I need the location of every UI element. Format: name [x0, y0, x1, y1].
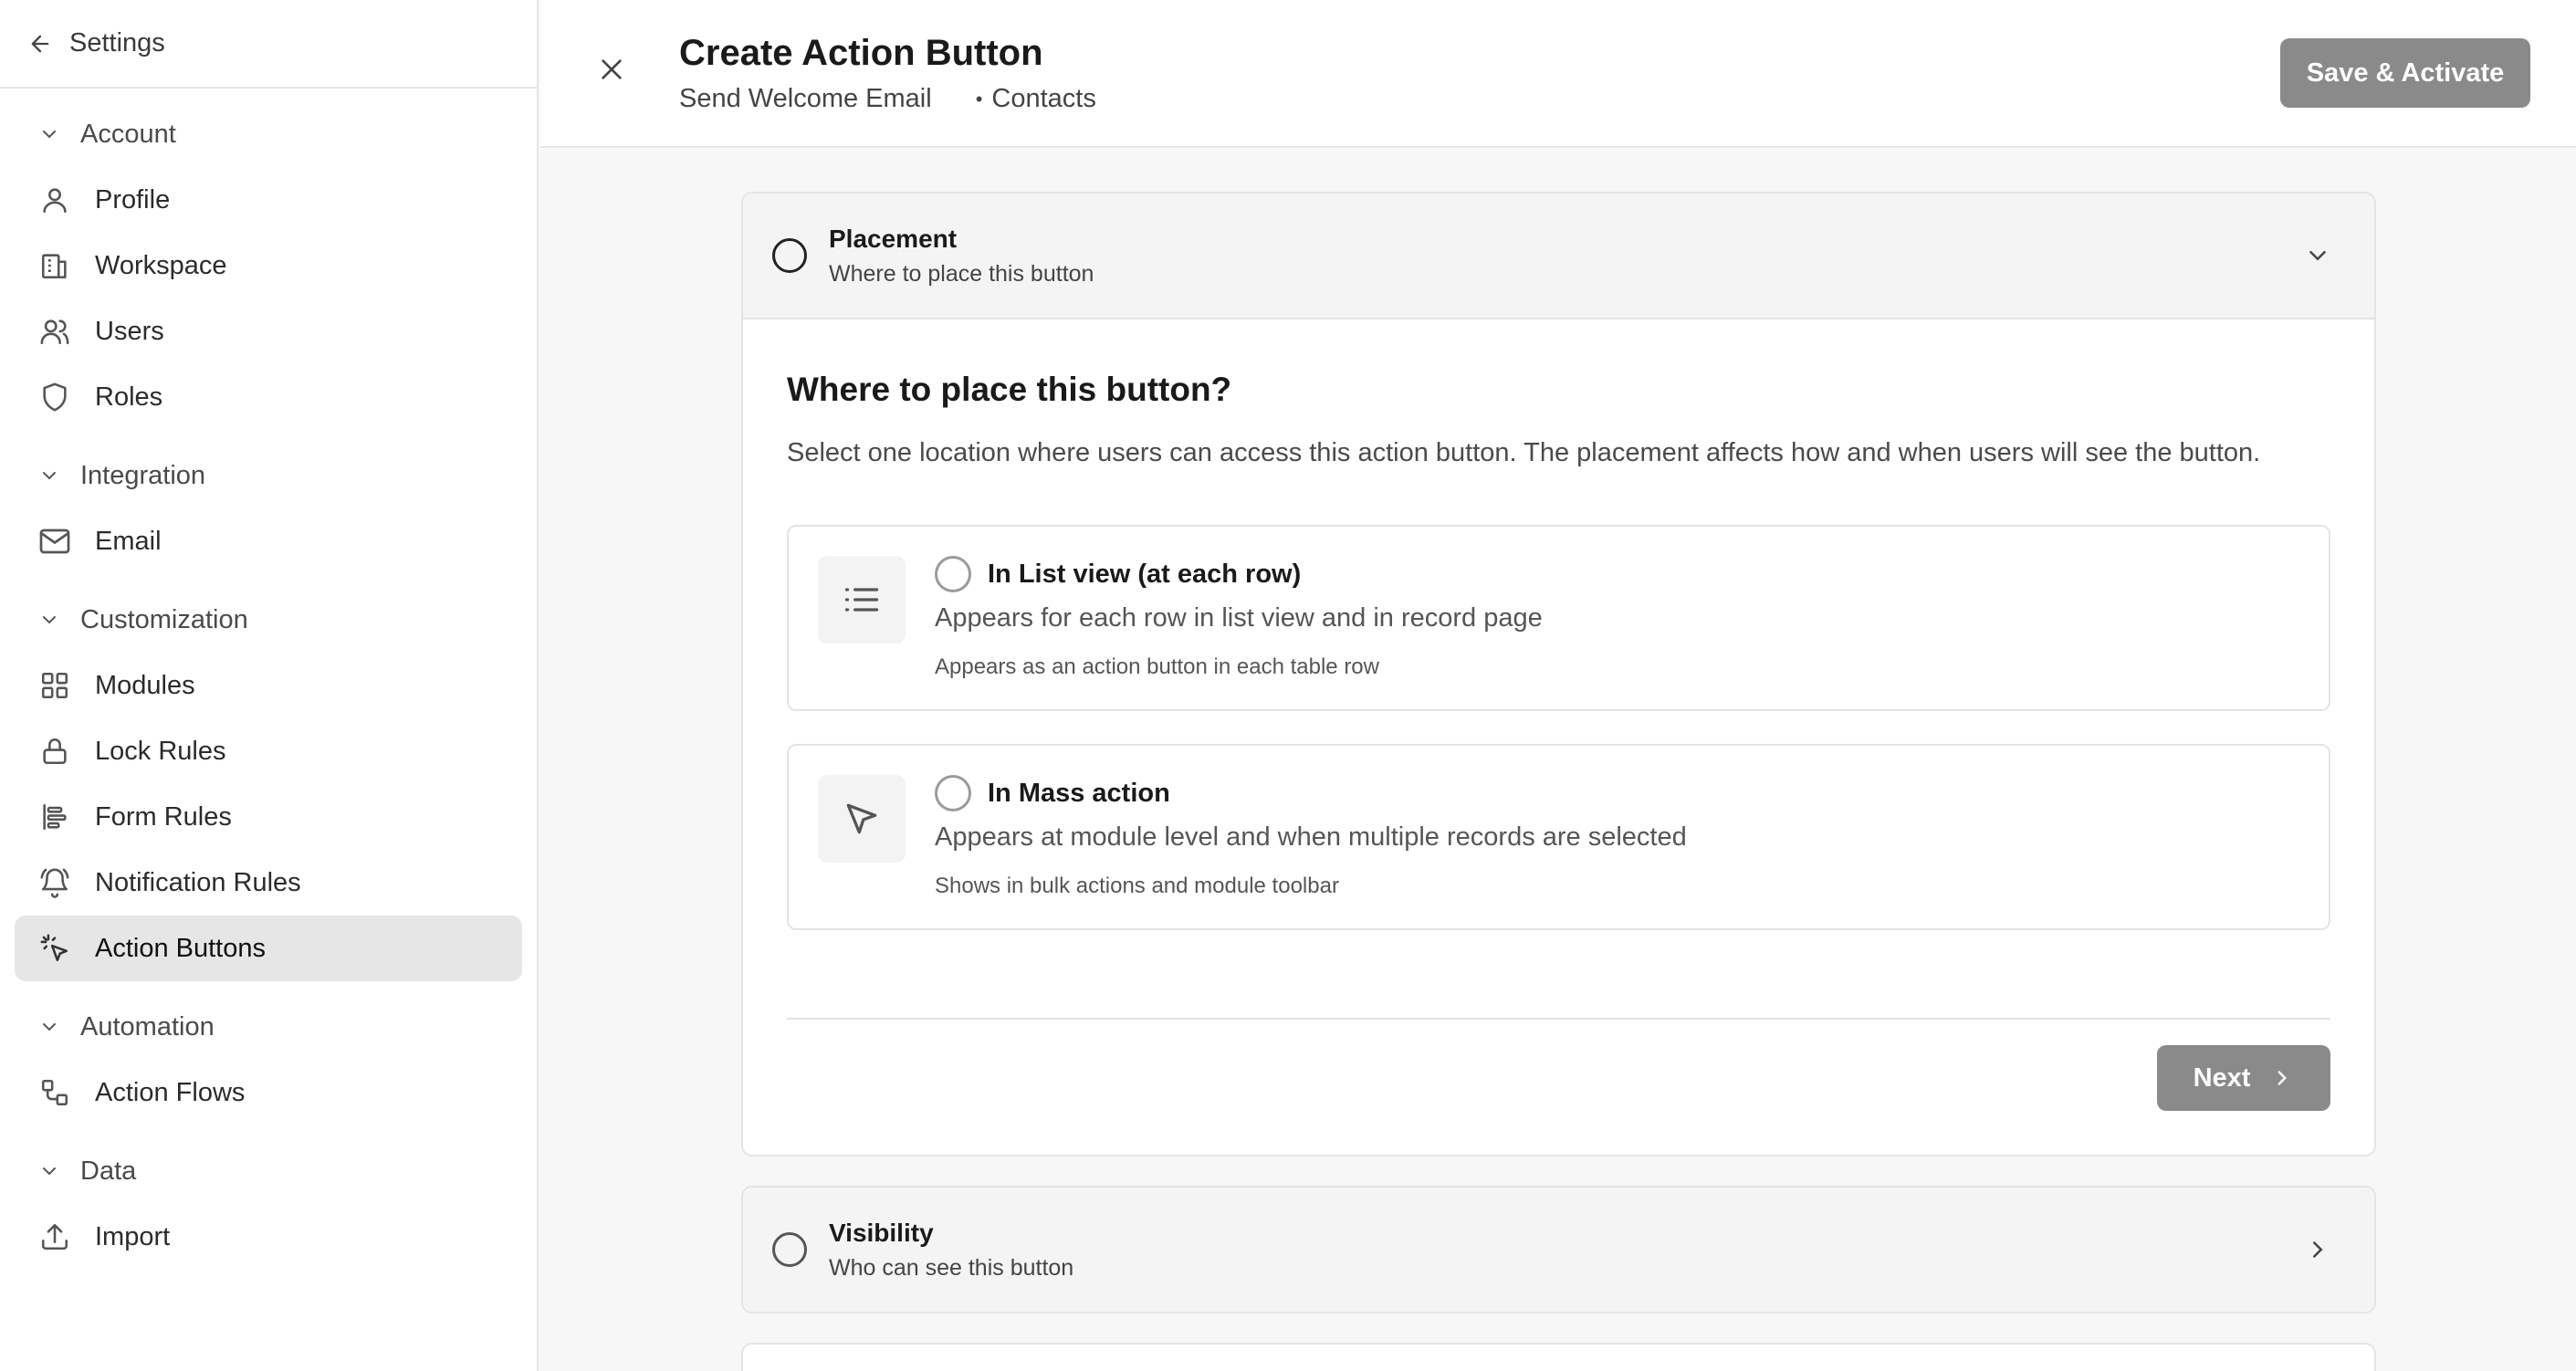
chevron-down-icon [37, 1158, 62, 1184]
group-label: Integration [80, 460, 206, 490]
option-title: In Mass action [988, 779, 1170, 808]
sidebar-item-roles[interactable]: Roles [15, 364, 522, 430]
option-note: Shows in bulk actions and module toolbar [935, 874, 1339, 898]
option-radio[interactable] [935, 556, 971, 592]
option-description: Appears for each row in list view and in… [935, 603, 1543, 633]
shield-icon [37, 379, 73, 415]
list-icon [818, 556, 906, 644]
grid-icon [37, 667, 73, 704]
sidebar-item-form-rules[interactable]: Form Rules [15, 784, 522, 850]
group-customization[interactable]: Customization [0, 587, 537, 653]
sidebar-item-label: Action Flows [95, 1077, 246, 1107]
section-subtitle: Where to place this button [829, 260, 1094, 287]
align-left-icon [37, 799, 73, 835]
placement-header[interactable]: Placement Where to place this button [743, 194, 2374, 319]
placement-question: Where to place this button? [787, 371, 1232, 408]
sidebar: Settings Account Profile Workspace Users… [0, 0, 539, 1371]
next-section-card [741, 1343, 2376, 1371]
group-label: Automation [80, 1011, 215, 1041]
placement-section: Placement Where to place this button Whe… [741, 192, 2376, 1156]
close-button[interactable] [595, 53, 628, 86]
option-radio[interactable] [935, 775, 971, 811]
lock-icon [37, 733, 73, 769]
sidebar-item-modules[interactable]: Modules [15, 653, 522, 718]
group-label: Account [80, 119, 176, 149]
sidebar-item-action-buttons[interactable]: Action Buttons [15, 916, 522, 981]
section-title: Placement [829, 224, 958, 253]
user-icon [37, 182, 73, 218]
workflow-icon [37, 1074, 73, 1111]
building-icon [37, 247, 73, 284]
sidebar-item-notification-rules[interactable]: Notification Rules [15, 850, 522, 916]
sidebar-item-email[interactable]: Email [15, 508, 522, 574]
cursor-arrow-icon [818, 775, 906, 863]
sidebar-item-action-flows[interactable]: Action Flows [15, 1060, 522, 1125]
sidebar-item-users[interactable]: Users [15, 298, 522, 364]
option-list-view[interactable]: In List view (at each row) Appears for e… [787, 525, 2330, 711]
next-label: Next [2193, 1062, 2251, 1093]
chevron-down-icon [37, 121, 62, 147]
sidebar-item-profile[interactable]: Profile [15, 167, 522, 233]
mail-icon [37, 523, 73, 560]
sidebar-item-label: Users [95, 316, 164, 346]
back-label: Settings [69, 28, 165, 58]
save-activate-button[interactable]: Save & Activate [2280, 38, 2530, 108]
sidebar-item-label: Email [95, 526, 162, 556]
action-name: Send Welcome Email [679, 84, 932, 113]
back-to-settings[interactable]: Settings [0, 0, 537, 89]
group-data[interactable]: Data [0, 1138, 537, 1204]
sidebar-item-label: Notification Rules [95, 867, 301, 897]
chevron-down-icon [2301, 239, 2334, 272]
sidebar-item-lock-rules[interactable]: Lock Rules [15, 718, 522, 784]
visibility-section: Visibility Who can see this button [741, 1186, 2376, 1313]
group-account[interactable]: Account [0, 101, 537, 167]
sidebar-item-import[interactable]: Import [15, 1204, 522, 1270]
sidebar-item-label: Profile [95, 184, 171, 215]
visibility-header[interactable]: Visibility Who can see this button [743, 1188, 2374, 1312]
sidebar-item-label: Import [95, 1221, 171, 1251]
close-icon [602, 59, 622, 79]
page-header: Create Action Button Send Welcome Email … [540, 0, 2576, 148]
option-note: Appears as an action button in each tabl… [935, 654, 1379, 679]
page-subtitle: Send Welcome Email Contacts [679, 84, 1096, 114]
next-button[interactable]: Next [2157, 1045, 2330, 1111]
sidebar-item-label: Workspace [95, 250, 227, 280]
step-status-icon [772, 238, 807, 273]
sidebar-item-label: Action Buttons [95, 933, 266, 963]
chevron-right-icon [2278, 1071, 2288, 1085]
sidebar-item-label: Modules [95, 670, 195, 700]
chevron-down-icon [37, 607, 62, 633]
section-subtitle: Who can see this button [829, 1254, 1074, 1281]
section-title: Visibility [829, 1218, 934, 1247]
pointer-click-icon [37, 930, 73, 967]
chevron-right-icon [2301, 1233, 2334, 1266]
group-label: Data [80, 1156, 137, 1186]
chevron-down-icon [37, 463, 62, 488]
sidebar-item-workspace[interactable]: Workspace [15, 233, 522, 298]
users-icon [37, 313, 73, 350]
page-title: Create Action Button [679, 33, 1043, 73]
arrow-left-icon [26, 29, 55, 58]
divider [787, 1018, 2330, 1020]
group-automation[interactable]: Automation [0, 994, 537, 1060]
bell-icon [37, 864, 73, 901]
sidebar-item-label: Lock Rules [95, 736, 226, 766]
sidebar-item-label: Roles [95, 382, 163, 412]
placement-description: Select one location where users can acce… [787, 438, 2261, 467]
group-integration[interactable]: Integration [0, 443, 537, 508]
option-description: Appears at module level and when multipl… [935, 822, 1687, 852]
module-name: Contacts [976, 84, 1095, 114]
chevron-down-icon [37, 1014, 62, 1040]
option-mass-action[interactable]: In Mass action Appears at module level a… [787, 744, 2330, 930]
group-label: Customization [80, 604, 248, 634]
step-status-icon [772, 1232, 807, 1267]
sidebar-item-label: Form Rules [95, 801, 232, 832]
upload-icon [37, 1219, 73, 1255]
option-title: In List view (at each row) [988, 560, 1302, 589]
